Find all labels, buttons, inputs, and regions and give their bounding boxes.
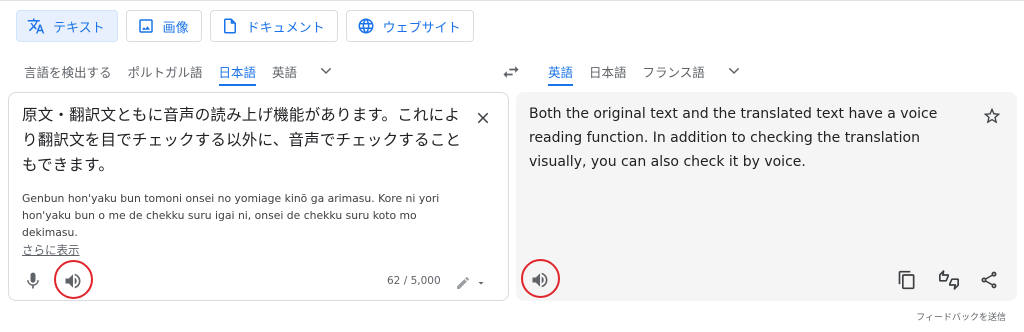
source-lang-portuguese[interactable]: ポルトガル語: [120, 56, 211, 86]
copy-translation-button[interactable]: [894, 267, 920, 293]
speaker-icon: [65, 273, 81, 289]
star-outline-icon: [983, 107, 1001, 124]
translate-icon: [27, 17, 45, 35]
tab-image-label: 画像: [162, 20, 189, 36]
share-translation-button[interactable]: [976, 267, 1002, 293]
listen-source-button[interactable]: [60, 268, 86, 294]
document-icon: [221, 17, 239, 35]
handwriting-input-button[interactable]: [451, 270, 491, 296]
tab-text-label: テキスト: [53, 20, 105, 36]
tab-documents[interactable]: ドキュメント: [209, 10, 338, 42]
globe-icon: [357, 17, 375, 35]
swap-arrows-icon: [503, 66, 519, 78]
source-panel: 原文・翻訳文ともに音声の読み上げ機能があります。これにより翻訳文を目でチェックす…: [8, 92, 509, 301]
swap-languages-button[interactable]: [496, 58, 526, 86]
share-icon: [981, 271, 997, 289]
pencil-icon: [457, 276, 470, 289]
save-translation-button[interactable]: [981, 105, 1003, 127]
top-divider: [0, 0, 1024, 1]
copy-icon: [898, 270, 915, 290]
source-lang-english[interactable]: 英語: [264, 56, 305, 86]
tab-websites[interactable]: ウェブサイト: [345, 10, 474, 42]
chevron-down-icon: [320, 67, 332, 75]
listen-translation-button[interactable]: [527, 267, 553, 293]
caret-down-icon: [478, 282, 484, 285]
character-counter: 62 / 5,000: [387, 275, 441, 287]
tab-image[interactable]: 画像: [125, 10, 202, 42]
send-feedback-link[interactable]: フィードバックを送信: [916, 310, 1006, 323]
microphone-icon: [27, 272, 39, 289]
target-lang-french[interactable]: フランス語: [635, 56, 713, 86]
source-lang-detect[interactable]: 言語を検出する: [16, 56, 120, 86]
target-lang-japanese[interactable]: 日本語: [581, 56, 635, 86]
rate-translation-button[interactable]: [936, 267, 962, 293]
tab-websites-label: ウェブサイト: [382, 20, 461, 36]
close-icon: [477, 112, 489, 124]
translation-output: Both the original text and the translate…: [529, 106, 938, 170]
source-lang-more-button[interactable]: [311, 56, 341, 86]
speaker-icon: [532, 272, 548, 288]
clear-source-button[interactable]: [470, 105, 496, 131]
show-more-link[interactable]: さらに表示: [22, 242, 80, 258]
tab-text[interactable]: テキスト: [16, 10, 118, 42]
target-lang-more-button[interactable]: [719, 56, 749, 86]
tab-documents-label: ドキュメント: [246, 20, 325, 36]
target-language-bar: 英語 日本語 フランス語: [540, 56, 749, 86]
target-panel: Both the original text and the translate…: [516, 92, 1017, 301]
thumbs-up-down-icon: [939, 270, 959, 290]
mode-tabs: テキスト 画像 ドキュメント ウェブサイト: [16, 10, 474, 42]
chevron-down-icon: [728, 67, 739, 75]
source-text-input[interactable]: 原文・翻訳文ともに音声の読み上げ機能があります。これにより翻訳文を目でチェックす…: [22, 103, 462, 178]
source-language-bar: 言語を検出する ポルトガル語 日本語 英語: [16, 56, 341, 86]
source-transliteration: Genbun hon'yaku bun tomoni onsei no yomi…: [22, 192, 440, 239]
source-lang-japanese[interactable]: 日本語: [211, 56, 265, 86]
microphone-button[interactable]: [20, 268, 46, 294]
target-lang-english[interactable]: 英語: [540, 56, 581, 86]
image-icon: [137, 17, 155, 35]
